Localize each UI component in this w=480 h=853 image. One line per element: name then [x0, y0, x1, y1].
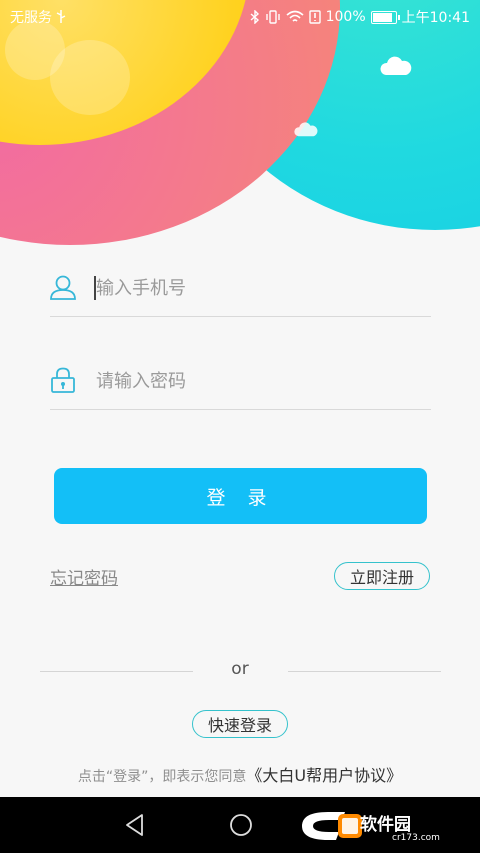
alert-icon [308, 10, 321, 24]
agreement-prefix: 点击“登录”，即表示您同意 [77, 769, 247, 785]
divider-or-text: or [231, 659, 249, 679]
lock-icon [51, 367, 75, 393]
divider-right [288, 671, 441, 672]
login-button[interactable]: 登 录 [54, 468, 427, 524]
forgot-password-link[interactable]: 忘记密码 [50, 564, 118, 589]
vibrate-icon [265, 10, 280, 24]
phone-field [50, 256, 431, 317]
user-icon [50, 275, 76, 300]
battery-icon [370, 10, 400, 24]
bubble [50, 40, 130, 115]
battery-percent: 100% [325, 9, 366, 25]
back-icon[interactable] [124, 813, 146, 837]
agreement-text: 点击“登录”，即表示您同意《大白U帮用户协议》 [0, 762, 480, 786]
home-icon[interactable] [229, 813, 253, 837]
password-field [50, 349, 431, 410]
cloud-icon [294, 122, 318, 137]
cloud-icon [380, 56, 412, 75]
header-decoration [0, 0, 480, 260]
watermark-name: 软件园 [360, 815, 411, 835]
carrier-text: 无服务 [10, 10, 52, 26]
wifi-icon [286, 10, 304, 22]
register-button[interactable]: 立即注册 [334, 562, 430, 590]
quick-login-button[interactable]: 快速登录 [192, 710, 288, 738]
user-agreement-link[interactable]: 《大白U帮用户协议》 [246, 766, 402, 785]
status-bar: 无服务 100% 上午10:41 [0, 0, 480, 32]
bluetooth-icon [250, 10, 259, 24]
watermark-url: cr173.com [392, 833, 440, 843]
divider-left [40, 671, 193, 672]
usb-icon [56, 10, 66, 23]
clock: 上午10:41 [401, 10, 470, 26]
password-input[interactable] [94, 363, 418, 399]
phone-input[interactable] [94, 270, 418, 306]
